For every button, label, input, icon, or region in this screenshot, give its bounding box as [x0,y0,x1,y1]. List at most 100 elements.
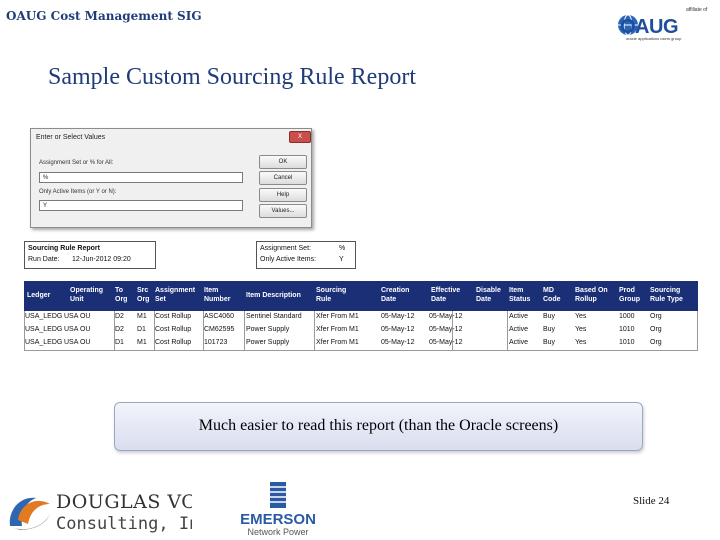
emerson-logo: EMERSON Network Power [240,482,316,537]
table-divider [154,311,155,350]
oaug-tagline-text: oracle applications users group [626,36,682,41]
cell-sourcing-rule-type: Org [650,326,662,333]
table-row: USA_LEDG USA OU D1 M1 Cost Rollup 101723… [24,337,698,351]
report-name: Sourcing Rule Report [28,245,100,252]
cell-to-org: D2 [115,313,124,320]
table-divider [697,311,698,350]
cell-assignment-set: Cost Rollup [155,326,192,333]
slide-number: Slide 24 [633,495,670,507]
col-header-effective-date: Effective Date [431,287,461,303]
cell-ledger: USA_LEDG [25,313,63,320]
cell-effective-date: 05-May-12 [429,326,463,333]
cell-sourcing-rule: Xfer From M1 [316,313,359,320]
cell-creation-date: 05-May-12 [381,313,415,320]
table-row: USA_LEDG USA OU D2 D1 Cost Rollup CM6259… [24,324,698,338]
col-header-md-code: MD Code [543,287,561,303]
table-row: USA_LEDG USA OU D2 M1 Cost Rollup ASC406… [24,311,698,325]
report-title-box: Sourcing Rule Report Run Date: 12-Jun-20… [24,241,156,269]
emerson-name-text: EMERSON [240,511,316,528]
assignment-set-param-value: % [339,245,346,252]
col-header-src-org: Src Org [137,287,150,303]
assignment-set-label: Assignment Set or % for All: [39,160,114,166]
active-items-input[interactable]: Y [39,200,243,211]
cell-md-code: Buy [543,326,556,333]
cell-item-status: Active [509,313,529,320]
col-header-creation-date: Creation Date [381,287,410,303]
dialog-close-button[interactable]: X [289,131,311,143]
table-divider [507,311,508,350]
cell-operating-unit: USA OU [64,313,91,320]
oaug-logo-text: OAUG [620,16,678,38]
cell-ledger: USA_LEDG [25,339,63,346]
callout-box: Much easier to read this report (than th… [114,402,643,451]
cell-item-status: Active [509,326,529,333]
cell-operating-unit: USA OU [64,339,91,346]
sourcing-rule-report-table: Ledger Operating Unit To Org Src Org Ass… [24,281,698,351]
help-button[interactable]: Help [259,188,307,202]
cell-operating-unit: USA OU [64,326,91,333]
cell-creation-date: 05-May-12 [381,326,415,333]
cell-item-number: CM62595 [204,326,235,333]
table-divider [452,311,453,350]
table-header-row: Ledger Operating Unit To Org Src Org Ass… [24,281,698,311]
cell-sourcing-rule-type: Org [650,339,662,346]
cell-item-number: ASC4060 [204,313,234,320]
cell-to-org: D1 [115,339,124,346]
cell-md-code: Buy [543,313,556,320]
cell-to-org: D2 [115,326,124,333]
cell-item-description: Power Supply [246,326,290,333]
cell-prod-group: 1000 [619,313,635,320]
cell-item-description: Power Supply [246,339,290,346]
oaug-affiliate-text: affiliate of [686,7,708,13]
cell-effective-date: 05-May-12 [429,339,463,346]
cell-prod-group: 1010 [619,339,635,346]
emerson-sub-text: Network Power [247,527,308,537]
table-divider [24,311,25,350]
active-items-label: Only Active Items (or Y or N): [39,189,117,195]
col-header-to-org: To Org [115,287,128,303]
col-header-ledger: Ledger [27,292,51,299]
dv-sub-text: Consulting, Inc. [56,514,192,534]
cell-ledger: USA_LEDG [25,326,63,333]
callout-text: Much easier to read this report (than th… [198,417,559,434]
run-date-label: Run Date: [28,256,60,263]
cell-assignment-set: Cost Rollup [155,313,192,320]
cell-item-status: Active [509,339,529,346]
cell-creation-date: 05-May-12 [381,339,415,346]
dv-name-text: DOUGLAS VOLZ [56,491,192,513]
col-header-prod-group: Prod Group [619,287,640,303]
dialog-title: Enter or Select Values [36,134,106,141]
table-divider [203,311,204,350]
col-header-item-description: Item Description [246,292,301,299]
oaug-logo: affiliate of OAUG oracle applications us… [618,7,708,41]
active-items-param-value: Y [339,256,344,263]
cell-prod-group: 1010 [619,326,635,333]
cell-md-code: Buy [543,339,556,346]
assignment-set-param-label: Assignment Set: [260,245,311,252]
cancel-button[interactable]: Cancel [259,171,307,185]
col-header-based-on-rollup: Based On Rollup [575,287,608,303]
table-divider [114,311,115,350]
table-divider [244,311,245,350]
cell-src-org: D1 [137,326,146,333]
emerson-emblem-icon [270,482,286,508]
cell-based-on-rollup: Yes [575,313,587,320]
cell-based-on-rollup: Yes [575,339,587,346]
cell-item-description: Sentinel Standard [246,313,302,320]
run-date-value: 12-Jun-2012 09:20 [72,256,131,263]
col-header-sourcing-rule: Sourcing Rule [316,287,347,303]
dv-swirl-icon [9,497,50,530]
ok-button[interactable]: OK [259,155,307,169]
slide-title: Sample Custom Sourcing Rule Report [48,64,416,90]
col-header-item-number: Item Number [204,287,231,303]
cell-sourcing-rule: Xfer From M1 [316,326,359,333]
active-items-param-label: Only Active Items: [260,256,317,263]
assignment-set-input[interactable]: % [39,172,243,183]
cell-assignment-set: Cost Rollup [155,339,192,346]
cell-sourcing-rule-type: Org [650,313,662,320]
cell-src-org: M1 [137,339,147,346]
cell-sourcing-rule: Xfer From M1 [316,339,359,346]
report-parameters-box: Assignment Set: % Only Active Items: Y [256,241,356,269]
values-button[interactable]: Values... [259,204,307,218]
col-header-assignment-set: Assignment Set [155,287,196,303]
